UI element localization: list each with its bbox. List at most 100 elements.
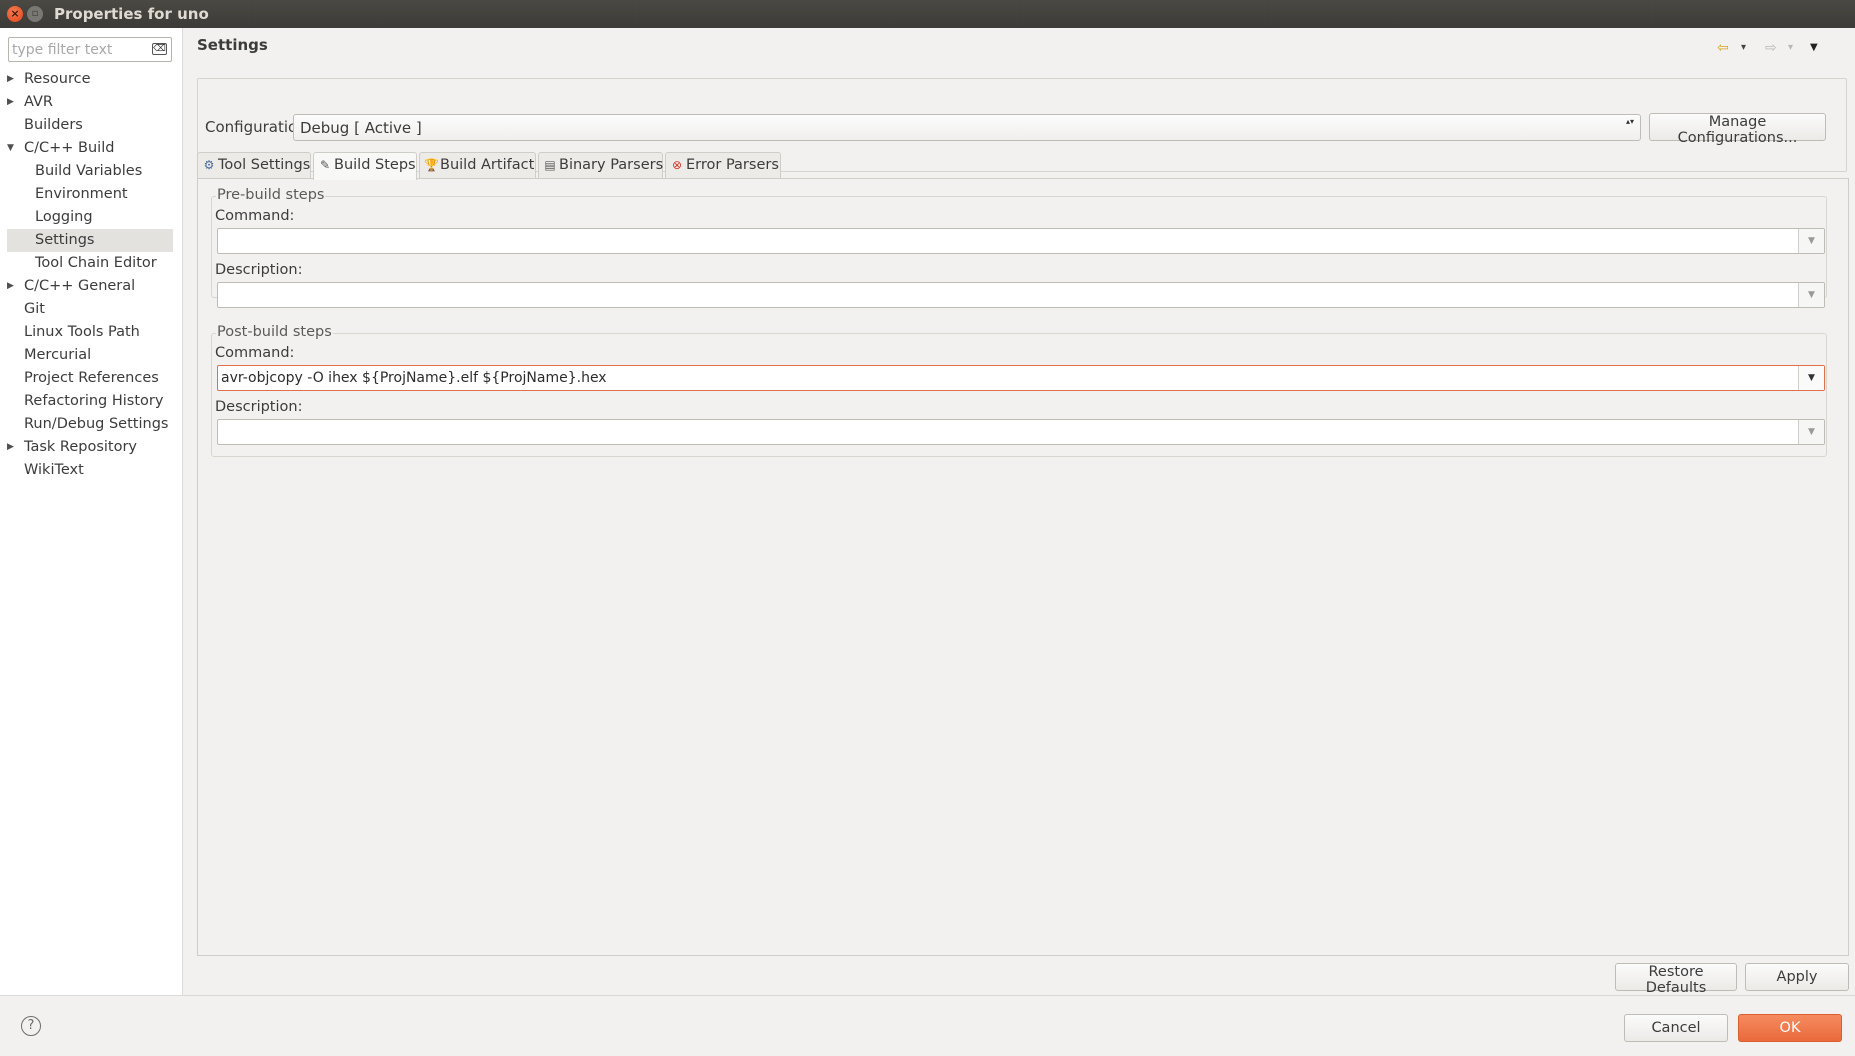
filter-box: ⌫	[8, 37, 172, 62]
binary-parsers-icon: ▤	[544, 158, 556, 172]
pre-build-title: Pre-build steps	[216, 187, 326, 203]
cancel-button[interactable]: Cancel	[1624, 1014, 1728, 1042]
sidebar-item-label: Refactoring History	[24, 393, 164, 409]
configuration-value: Debug [ Active ]	[300, 119, 422, 137]
sidebar-item-label: Git	[24, 301, 45, 317]
build-steps-icon: ✎	[319, 158, 331, 172]
sidebar-item-label: Linux Tools Path	[24, 324, 140, 340]
post-build-command-label: Command:	[215, 345, 295, 361]
sidebar-item-label: Build Variables	[35, 163, 143, 179]
sidebar-item[interactable]: Git	[0, 298, 183, 321]
close-window-button[interactable]: ×	[7, 6, 23, 22]
pre-build-command-label: Command:	[215, 208, 295, 224]
chevron-down-icon[interactable]: ▼	[1798, 283, 1824, 307]
view-menu-icon[interactable]: ▼	[1810, 42, 1818, 53]
ok-button[interactable]: OK	[1738, 1014, 1842, 1042]
pre-build-description-label: Description:	[215, 262, 303, 278]
expand-arrow-icon[interactable]: ▶	[7, 436, 17, 459]
sidebar: ⌫ ▶ Resource ▶ AVR Builders ▼ C/C++ Build Build…	[0, 28, 183, 995]
sidebar-item[interactable]: Mercurial	[0, 344, 183, 367]
back-dropdown-icon[interactable]: ▾	[1741, 42, 1746, 53]
post-build-group: Post-build steps Command: ▼ Description:…	[211, 324, 1827, 457]
expand-arrow-icon[interactable]: ▶	[7, 68, 17, 91]
sidebar-item-label: Builders	[24, 117, 83, 133]
nav-toolbar: ⇦ ▾ ⇨ ▾ ▼	[1717, 40, 1847, 56]
build-artifact-icon: 🏆	[424, 158, 439, 172]
clear-filter-icon[interactable]: ⌫	[152, 43, 167, 55]
filter-input[interactable]	[12, 40, 147, 59]
sidebar-item[interactable]: ▶ Resource	[0, 68, 183, 91]
tab-label: Build Steps	[334, 157, 416, 173]
tab-tool-settings[interactable]: ⚙ Tool Settings	[197, 152, 311, 179]
post-build-command-input[interactable]	[221, 368, 1781, 388]
sidebar-item[interactable]: ▶ Task Repository	[0, 436, 183, 459]
sidebar-item[interactable]: Tool Chain Editor	[0, 252, 183, 275]
help-icon[interactable]: ?	[21, 1016, 41, 1036]
tool-settings-icon: ⚙	[203, 158, 215, 172]
back-arrow-icon[interactable]: ⇦	[1717, 40, 1729, 56]
pre-build-description-combo: ▼	[217, 282, 1825, 308]
dialog-footer: ? Cancel OK	[0, 995, 1855, 1056]
tab-build-steps[interactable]: ✎ Build Steps	[313, 152, 417, 180]
sidebar-item-label: Environment	[35, 186, 128, 202]
title-bar: × ▫ Properties for uno	[0, 0, 1855, 28]
window-title: Properties for uno	[54, 5, 209, 23]
sidebar-item-label: C/C++ Build	[24, 140, 115, 156]
page-title: Settings	[197, 36, 268, 54]
sidebar-item[interactable]: Refactoring History	[0, 390, 183, 413]
post-build-description-input[interactable]	[221, 422, 1781, 442]
expand-arrow-icon[interactable]: ▶	[7, 275, 17, 298]
pre-build-group: Pre-build steps Command: ▼ Description: …	[211, 187, 1827, 308]
maximize-window-button[interactable]: ▫	[27, 6, 43, 22]
sidebar-item[interactable]: Build Variables	[0, 160, 183, 183]
collapse-arrow-icon[interactable]: ▼	[7, 137, 17, 160]
sidebar-item[interactable]: Settings	[7, 229, 173, 252]
sidebar-item[interactable]: ▶ C/C++ General	[0, 275, 183, 298]
build-steps-panel: Pre-build steps Command: ▼ Description: …	[197, 178, 1849, 956]
spinner-arrows-icon: ▴▾	[1625, 117, 1634, 126]
sidebar-item[interactable]: Environment	[0, 183, 183, 206]
post-build-title: Post-build steps	[216, 324, 333, 340]
property-tree: ▶ Resource ▶ AVR Builders ▼ C/C++ Build Build V…	[0, 68, 183, 482]
post-build-description-combo: ▼	[217, 419, 1825, 445]
chevron-down-icon[interactable]: ▼	[1798, 420, 1824, 444]
sidebar-item[interactable]: Logging	[0, 206, 183, 229]
manage-configurations-button[interactable]: Manage Configurations...	[1649, 113, 1826, 146]
sidebar-item-label: Settings	[35, 232, 95, 248]
tab-label: Build Artifact	[440, 157, 535, 173]
sidebar-item-label: Task Repository	[24, 439, 138, 455]
sidebar-item[interactable]: Project References	[0, 367, 183, 390]
sidebar-item-label: Project References	[24, 370, 159, 386]
chevron-down-icon[interactable]: ▼	[1798, 366, 1824, 390]
tab-build-artifact[interactable]: 🏆Build Artifact	[419, 152, 536, 179]
restore-defaults-button[interactable]: Restore Defaults	[1615, 963, 1737, 996]
sidebar-item[interactable]: WikiText	[0, 459, 183, 482]
tab-binary-parsers[interactable]: ▤ Binary Parsers	[538, 152, 663, 179]
sidebar-item[interactable]: ▶ AVR	[0, 91, 183, 114]
sidebar-item[interactable]: Run/Debug Settings	[0, 413, 183, 436]
forward-dropdown-icon[interactable]: ▾	[1788, 42, 1793, 53]
main-panel: Settings ⇦ ▾ ⇨ ▾ ▼ Configuration: Debug …	[184, 28, 1855, 995]
sidebar-item-label: Mercurial	[24, 347, 92, 363]
pre-build-description-input[interactable]	[221, 285, 1781, 305]
pre-build-command-input[interactable]	[221, 231, 1781, 251]
tab-label: Error Parsers	[686, 157, 779, 173]
tab-label: Binary Parsers	[559, 157, 664, 173]
tab-label: Tool Settings	[218, 157, 311, 173]
error-parsers-icon: ⊗	[671, 158, 683, 172]
pre-build-command-combo: ▼	[217, 228, 1825, 254]
sidebar-item-label: Run/Debug Settings	[24, 416, 169, 432]
sidebar-item-label: WikiText	[24, 462, 84, 478]
configuration-select[interactable]: Debug [ Active ] ▴▾	[293, 114, 1641, 141]
expand-arrow-icon[interactable]: ▶	[7, 91, 17, 114]
tab-error-parsers[interactable]: ⊗ Error Parsers	[665, 152, 781, 179]
post-build-command-combo: ▼	[217, 365, 1825, 391]
forward-arrow-icon[interactable]: ⇨	[1765, 40, 1777, 56]
sidebar-item[interactable]: Linux Tools Path	[0, 321, 183, 344]
sidebar-item-label: Resource	[24, 71, 91, 87]
sidebar-item[interactable]: Builders	[0, 114, 183, 137]
apply-button[interactable]: Apply	[1745, 963, 1849, 991]
post-build-description-label: Description:	[215, 399, 303, 415]
chevron-down-icon[interactable]: ▼	[1798, 229, 1824, 253]
sidebar-item[interactable]: ▼ C/C++ Build	[0, 137, 183, 160]
